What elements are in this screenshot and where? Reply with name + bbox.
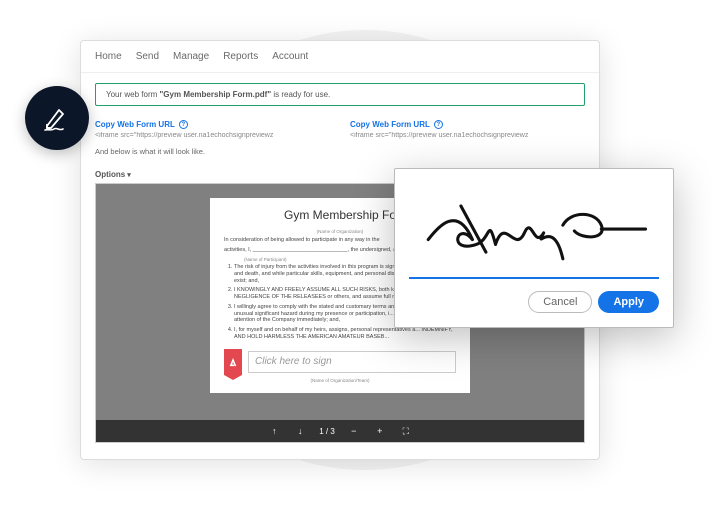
url-value-right: <iframe src="https://preview user.na1ech… bbox=[350, 132, 585, 139]
url-section: Copy Web Form URL ? <iframe src="https:/… bbox=[81, 116, 599, 143]
sign-flag-icon[interactable] bbox=[224, 349, 242, 375]
banner-prefix: Your web form bbox=[106, 90, 160, 99]
signature-canvas[interactable] bbox=[409, 183, 659, 279]
apply-button[interactable]: Apply bbox=[598, 291, 659, 313]
fit-icon[interactable]: ⛶ bbox=[399, 424, 413, 438]
signature-actions: Cancel Apply bbox=[409, 291, 659, 313]
page-total: 3 bbox=[330, 427, 334, 436]
sign-badge-icon bbox=[25, 86, 89, 150]
banner-suffix: is ready for use. bbox=[271, 90, 330, 99]
nav-reports[interactable]: Reports bbox=[223, 51, 258, 62]
banner-filename: "Gym Membership Form.pdf" bbox=[160, 90, 272, 99]
pdf-li4: I, for myself and on behalf of my heirs,… bbox=[234, 327, 456, 341]
options-dropdown[interactable]: Options ▾ bbox=[95, 170, 131, 179]
nav-account[interactable]: Account bbox=[272, 51, 308, 62]
copy-url-text-right: Copy Web Form URL bbox=[350, 120, 430, 129]
sign-tag: Click here to sign bbox=[224, 349, 456, 375]
url-value-left: <iframe src="https://preview user.na1ech… bbox=[95, 132, 330, 139]
page-down-icon[interactable]: ↓ bbox=[293, 424, 307, 438]
copy-url-label-right[interactable]: Copy Web Form URL ? bbox=[350, 120, 585, 129]
below-text: And below is what it will look like. bbox=[81, 143, 599, 160]
help-icon[interactable]: ? bbox=[179, 120, 188, 129]
page-indicator: 1 / 3 bbox=[319, 427, 335, 436]
url-block-right: Copy Web Form URL ? <iframe src="https:/… bbox=[350, 120, 585, 139]
nav-manage[interactable]: Manage bbox=[173, 51, 209, 62]
handwritten-signature-icon bbox=[409, 183, 659, 277]
help-icon[interactable]: ? bbox=[434, 120, 443, 129]
nav-bar: Home Send Manage Reports Account bbox=[81, 41, 599, 73]
signature-panel: Cancel Apply bbox=[394, 168, 674, 328]
options-label: Options bbox=[95, 170, 125, 179]
ready-banner: Your web form "Gym Membership Form.pdf" … bbox=[95, 83, 585, 106]
copy-url-label-left[interactable]: Copy Web Form URL ? bbox=[95, 120, 330, 129]
adobe-logo-icon bbox=[228, 357, 238, 367]
copy-url-text-left: Copy Web Form URL bbox=[95, 120, 175, 129]
page-up-icon[interactable]: ↑ bbox=[267, 424, 281, 438]
sign-here-field[interactable]: Click here to sign bbox=[248, 351, 456, 373]
pdf-footer: (Name of Organization/Team) bbox=[224, 378, 456, 383]
zoom-in-icon[interactable]: + bbox=[373, 424, 387, 438]
nav-send[interactable]: Send bbox=[136, 51, 159, 62]
pen-nib-icon bbox=[41, 102, 73, 134]
zoom-out-icon[interactable]: − bbox=[347, 424, 361, 438]
nav-home[interactable]: Home bbox=[95, 51, 122, 62]
url-block-left: Copy Web Form URL ? <iframe src="https:/… bbox=[95, 120, 330, 139]
cancel-button[interactable]: Cancel bbox=[528, 291, 592, 313]
chevron-down-icon: ▾ bbox=[127, 171, 131, 179]
page-current: 1 bbox=[319, 427, 323, 436]
pdf-toolbar: ↑ ↓ 1 / 3 − + ⛶ bbox=[96, 420, 584, 442]
